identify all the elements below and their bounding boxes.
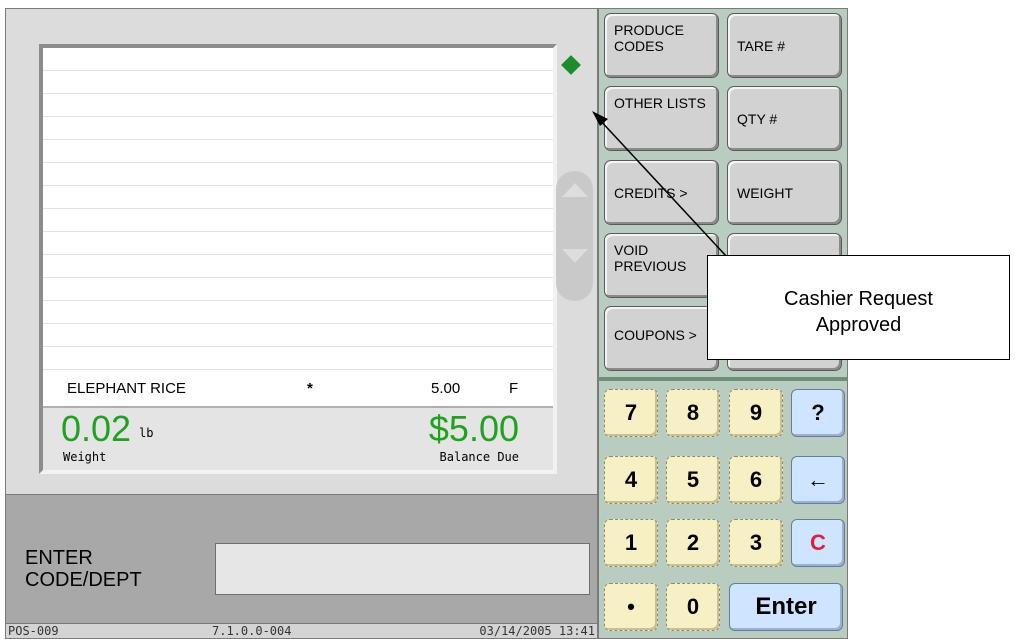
key-2[interactable]: 2 xyxy=(666,519,720,567)
key-9[interactable]: 9 xyxy=(729,389,783,437)
key-3[interactable]: 3 xyxy=(729,519,783,567)
weight-label: Weight xyxy=(63,450,107,464)
backspace-button[interactable]: ← xyxy=(791,456,845,504)
callout-box: Cashier Request Approved xyxy=(707,255,1010,360)
receipt-panel: ELEPHANT RICE * 5.00 F 0.02 lb Weight $5… xyxy=(5,8,598,495)
callout-line-2: Approved xyxy=(815,314,902,336)
item-tax-flag: F xyxy=(509,380,519,397)
balance-due-label: Balance Due xyxy=(439,450,519,464)
void-previous-button[interactable]: VOID PREVIOUS xyxy=(604,233,719,298)
clear-button[interactable]: C xyxy=(791,519,845,567)
coupons-button[interactable]: COUPONS > xyxy=(604,306,719,371)
receipt-scrollbar[interactable] xyxy=(556,171,593,301)
tare-button[interactable]: TARE # xyxy=(727,13,842,78)
status-bar: POS-009 7.1.0.0-004 03/14/2005 13:41 xyxy=(5,623,598,639)
software-version: 7.1.0.0-004 xyxy=(212,624,292,638)
balance-due-value: $5.00 xyxy=(428,408,519,449)
item-price: 5.00 xyxy=(431,380,461,397)
other-lists-button[interactable]: OTHER LISTS xyxy=(604,86,719,151)
receipt-line-item[interactable]: ELEPHANT RICE * 5.00 F xyxy=(43,378,553,400)
callout-line-1: Cashier Request xyxy=(784,288,933,310)
pos-screen: ELEPHANT RICE * 5.00 F 0.02 lb Weight $5… xyxy=(0,0,1015,639)
key-6[interactable]: 6 xyxy=(729,456,783,504)
credits-button[interactable]: CREDITS > xyxy=(604,160,719,225)
date-time: 03/14/2005 13:41 xyxy=(479,624,595,638)
item-marker: * xyxy=(307,380,313,397)
weight-value: 0.02 xyxy=(61,408,132,449)
key-0[interactable]: 0 xyxy=(666,583,720,631)
produce-codes-button[interactable]: PRODUCE CODES xyxy=(604,13,719,78)
key-decimal[interactable]: • xyxy=(604,583,658,631)
triangle-down-icon[interactable] xyxy=(562,249,588,263)
weight-unit: lb xyxy=(139,426,154,440)
triangle-up-icon[interactable] xyxy=(562,183,588,197)
receipt-lines xyxy=(43,48,553,398)
terminal-id: POS-009 xyxy=(8,624,59,638)
receipt-window: ELEPHANT RICE * 5.00 F 0.02 lb Weight $5… xyxy=(39,44,557,474)
enter-button[interactable]: Enter xyxy=(729,583,843,631)
item-name: ELEPHANT RICE xyxy=(67,380,186,397)
key-4[interactable]: 4 xyxy=(604,456,658,504)
totals-bar: 0.02 lb Weight $5.00 Balance Due xyxy=(43,406,553,470)
code-entry-field[interactable] xyxy=(215,543,590,595)
entry-panel: ENTER CODE/DEPT xyxy=(5,495,598,623)
qty-button[interactable]: QTY # xyxy=(727,86,842,151)
key-8[interactable]: 8 xyxy=(666,389,720,437)
key-panel-divider xyxy=(598,377,848,381)
key-5[interactable]: 5 xyxy=(666,456,720,504)
key-7[interactable]: 7 xyxy=(604,389,658,437)
entry-prompt: ENTER CODE/DEPT xyxy=(25,547,142,591)
weight-button[interactable]: WEIGHT xyxy=(727,160,842,225)
help-button[interactable]: ? xyxy=(791,389,845,437)
key-1[interactable]: 1 xyxy=(604,519,658,567)
